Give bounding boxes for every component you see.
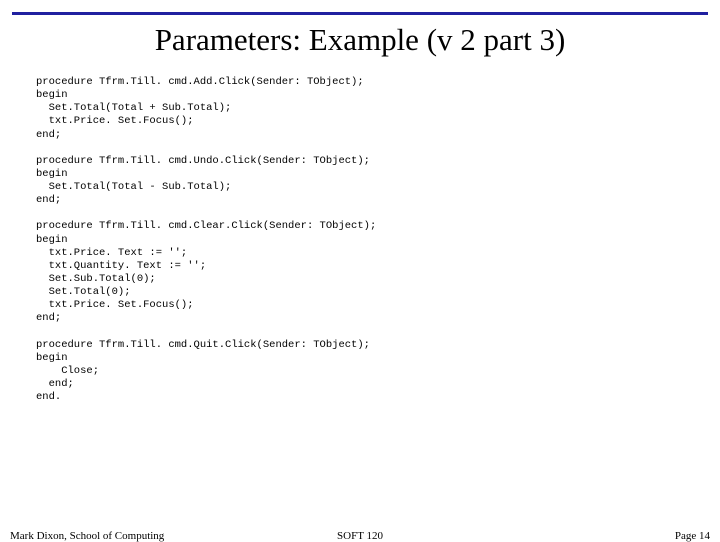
slide-rule [12, 12, 708, 15]
code-block: procedure Tfrm.Till. cmd.Add.Click(Sende… [36, 76, 684, 404]
footer-course: SOFT 120 [10, 530, 710, 542]
slide-title: Parameters: Example (v 2 part 3) [0, 22, 720, 58]
footer-page: Page 14 [675, 530, 710, 542]
